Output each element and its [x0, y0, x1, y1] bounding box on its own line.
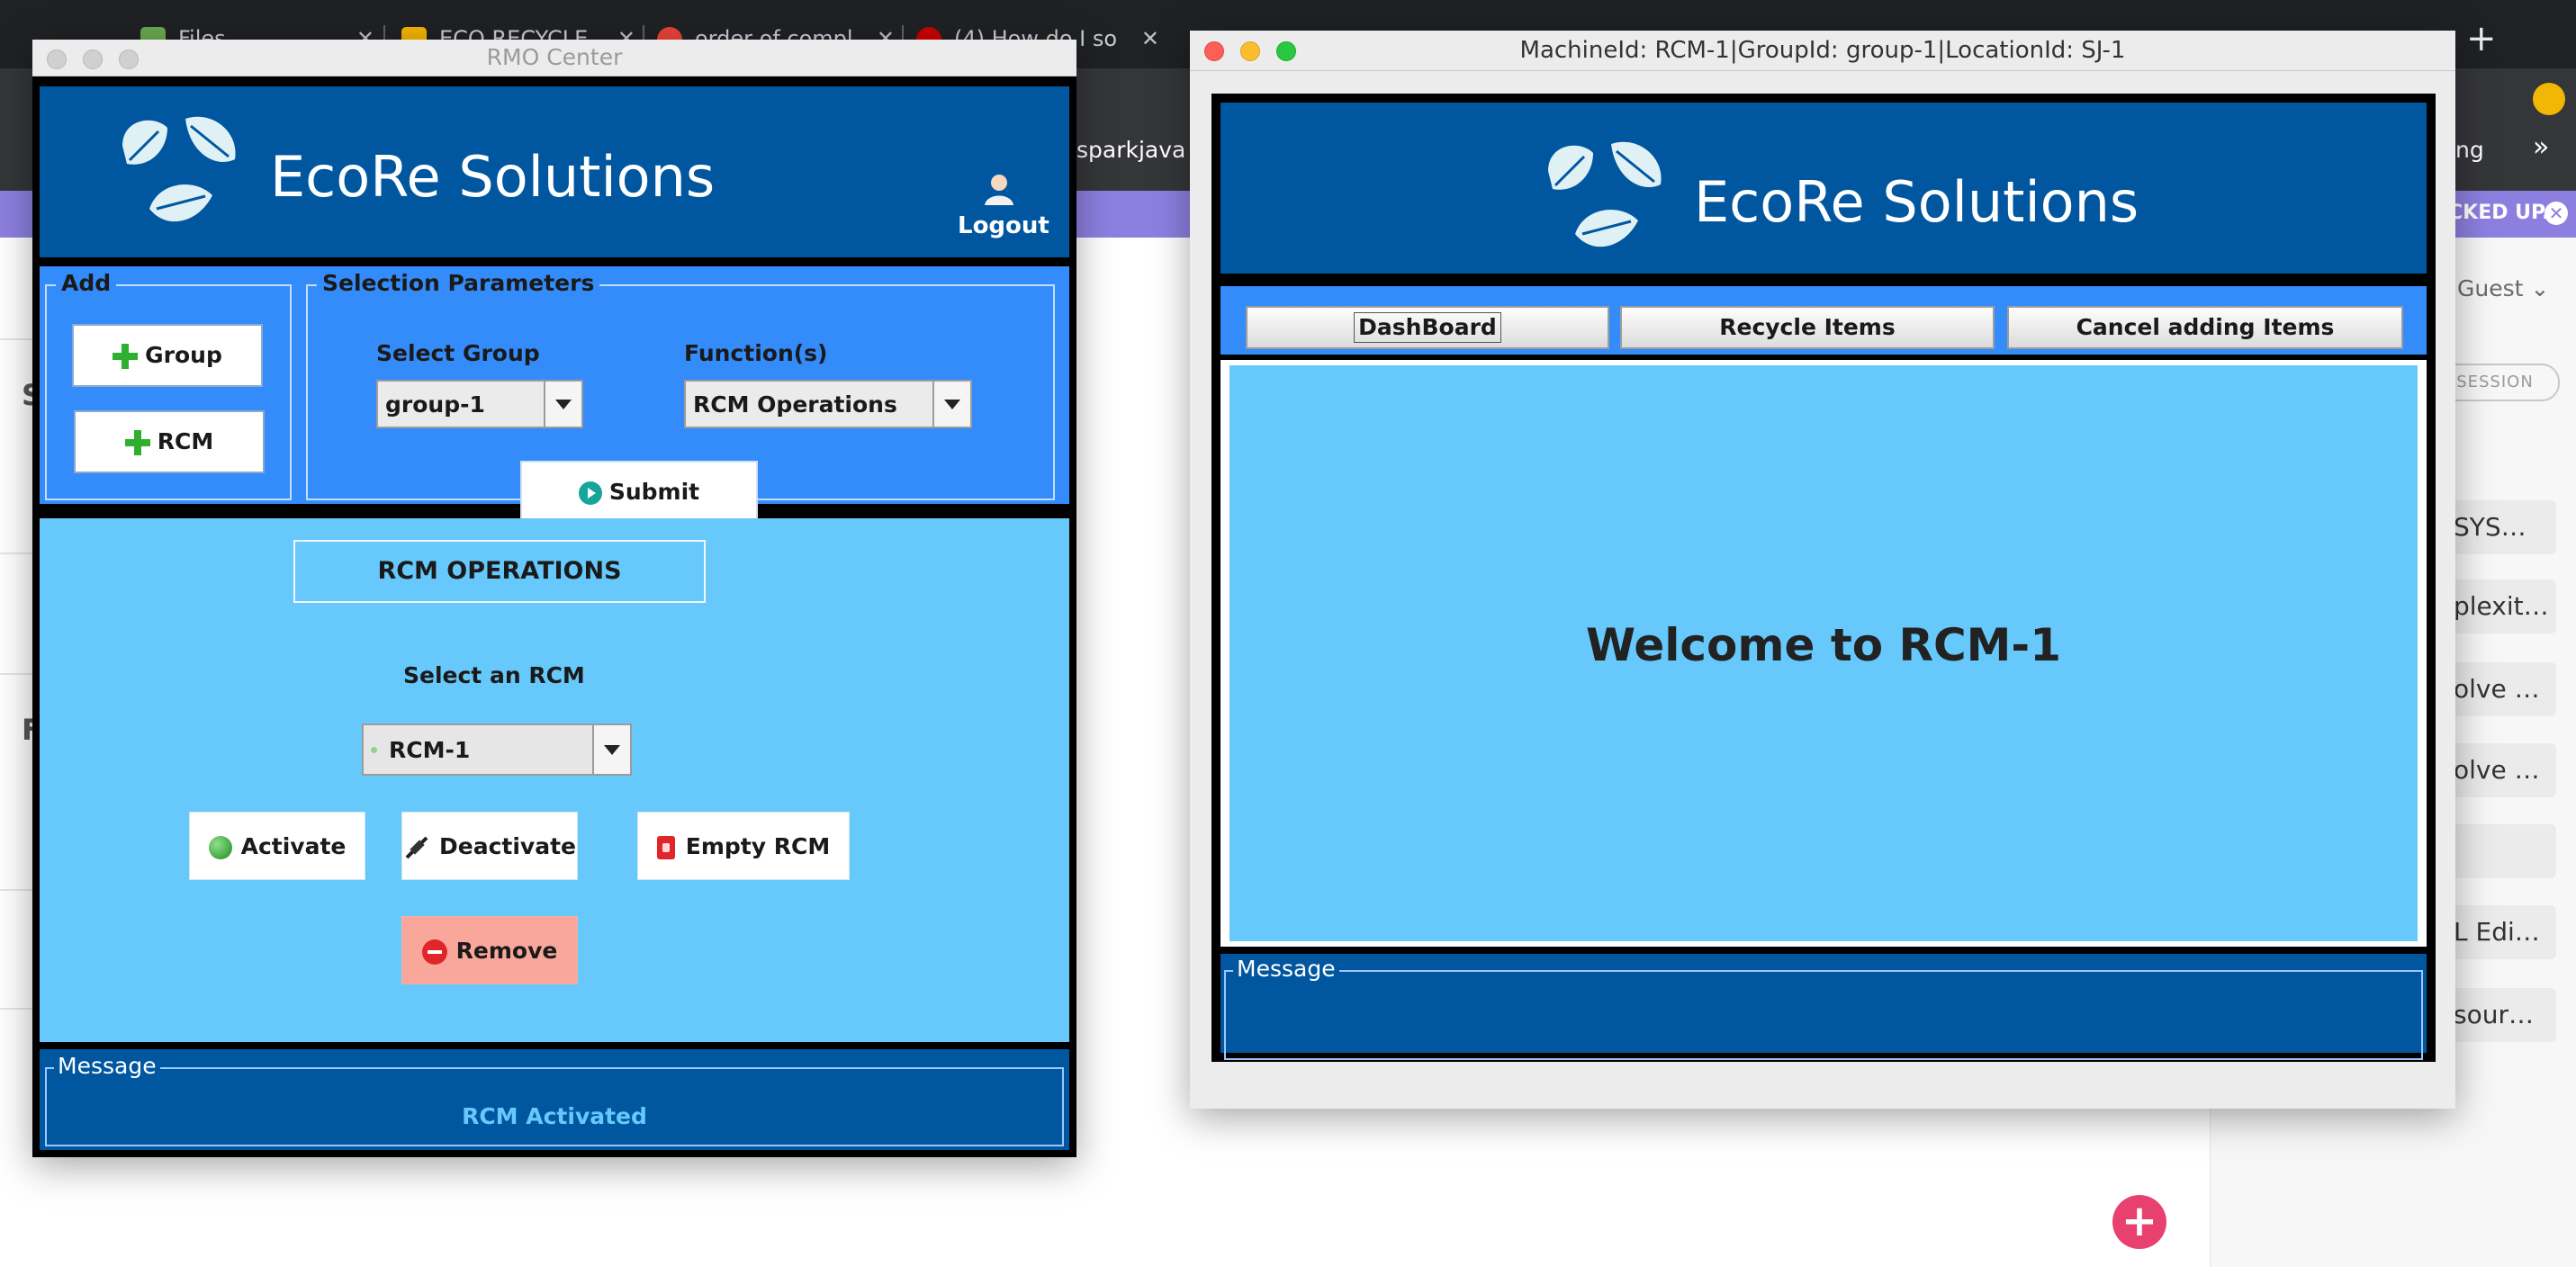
- brand-name: EcoRe Solutions: [270, 144, 716, 210]
- group-select[interactable]: group-1: [376, 380, 583, 428]
- dashboard-label: DashBoard: [1354, 312, 1501, 343]
- function-select-value: RCM Operations: [693, 391, 897, 418]
- brand-header: EcoRe Solutions: [1220, 103, 2427, 274]
- rcm-operations-title: RCM OPERATIONS: [293, 540, 706, 603]
- welcome-panel: Welcome to RCM-1: [1229, 365, 2418, 941]
- bookmark-sparkjava[interactable]: sparkjava: [1076, 137, 1185, 163]
- welcome-frame: Welcome to RCM-1: [1220, 360, 2427, 947]
- select-rcm-label: Select an RCM: [403, 662, 585, 688]
- chevron-down-icon[interactable]: [592, 725, 630, 774]
- extension-icon[interactable]: [2533, 83, 2565, 115]
- message-groupbox: Message RCM Activated: [45, 1053, 1064, 1146]
- message-groupbox: Message: [1224, 956, 2423, 1060]
- rcm-operations-panel: RCM OPERATIONS Select an RCM RCM-1 Activ…: [40, 518, 1069, 1042]
- window-title: RMO Center: [486, 44, 623, 70]
- rmo-center-window: RMO Center EcoRe Solutions Logout Add Gr…: [32, 40, 1076, 1157]
- user-icon[interactable]: [981, 171, 1017, 207]
- chevron-down-icon[interactable]: [932, 382, 970, 427]
- rcm-select-value: RCM-1: [389, 736, 471, 763]
- selection-parameters-legend: Selection Parameters: [317, 270, 600, 296]
- machine-content: EcoRe Solutions DashBoard Recycle Items …: [1211, 94, 2436, 1062]
- bookmark-ng[interactable]: ng: [2455, 137, 2484, 163]
- rcm-select[interactable]: RCM-1: [362, 723, 632, 776]
- brand-name: EcoRe Solutions: [1694, 169, 2139, 235]
- guest-menu[interactable]: Guest ⌄: [2457, 275, 2549, 301]
- deactivate-button[interactable]: Deactivate: [401, 812, 578, 880]
- add-groupbox: Add Group RCM: [45, 270, 292, 500]
- bookmarks-more-icon[interactable]: »: [2533, 131, 2549, 163]
- submit-label: Submit: [608, 479, 700, 505]
- guest-label: Guest: [2457, 275, 2524, 301]
- machine-window: MachineId: RCM-1|GroupId: group-1|Locati…: [1190, 31, 2455, 1109]
- select-group-label: Select Group: [376, 340, 540, 366]
- trash-icon: [656, 836, 675, 859]
- new-tab-plus-icon[interactable]: +: [2466, 13, 2497, 65]
- message-legend: Message: [54, 1053, 160, 1079]
- message-panel: Message RCM Activated: [40, 1049, 1069, 1150]
- group-select-value: group-1: [385, 391, 485, 418]
- status-message: RCM Activated: [462, 1103, 647, 1129]
- banner-close-icon[interactable]: ✕: [2544, 202, 2568, 225]
- selection-band: Add Group RCM Selection Parameters Selec…: [40, 266, 1069, 524]
- leaf-logo-icon: [122, 116, 236, 222]
- activate-button[interactable]: Activate: [189, 812, 365, 880]
- welcome-heading: Welcome to RCM-1: [1586, 619, 2061, 671]
- add-rcm-button[interactable]: RCM: [74, 410, 265, 473]
- plus-icon: [124, 430, 150, 455]
- cancel-adding-items-button[interactable]: Cancel adding Items: [2007, 306, 2403, 349]
- add-rcm-label: RCM: [157, 428, 214, 454]
- recycle-items-button[interactable]: Recycle Items: [1620, 306, 1995, 349]
- play-icon: [578, 481, 602, 505]
- window-titlebar[interactable]: RMO Center: [32, 40, 1076, 76]
- empty-rcm-button[interactable]: Empty RCM: [637, 812, 850, 880]
- dashboard-button[interactable]: DashBoard: [1246, 306, 1609, 349]
- submit-button[interactable]: Submit: [520, 461, 758, 524]
- leaf-logo-icon: [1548, 141, 1662, 247]
- remove-button[interactable]: Remove: [401, 916, 578, 984]
- banner-text: CKED UP.: [2448, 202, 2550, 224]
- close-tab-icon[interactable]: ✕: [1141, 13, 1159, 65]
- green-circle-icon: [208, 836, 232, 859]
- add-legend: Add: [56, 270, 117, 296]
- add-group-label: Group: [145, 342, 222, 368]
- unplug-icon: [405, 836, 428, 859]
- empty-rcm-label: Empty RCM: [685, 833, 831, 859]
- window-titlebar[interactable]: MachineId: RCM-1|GroupId: group-1|Locati…: [1190, 31, 2455, 71]
- brand-header: EcoRe Solutions Logout: [40, 86, 1069, 257]
- selection-parameters-groupbox: Selection Parameters Select Group group-…: [306, 270, 1055, 524]
- logout-button[interactable]: Logout: [958, 212, 1049, 239]
- status-dot-icon: [371, 747, 377, 753]
- message-panel: Message: [1220, 954, 2427, 1060]
- add-group-button[interactable]: Group: [72, 324, 263, 387]
- deactivate-label: Deactivate: [439, 833, 576, 859]
- remove-label: Remove: [455, 938, 558, 964]
- chevron-down-icon[interactable]: [544, 382, 581, 427]
- minus-circle-icon: [421, 939, 447, 965]
- activate-label: Activate: [240, 833, 347, 859]
- add-fab-button[interactable]: +: [2112, 1195, 2166, 1249]
- functions-label: Function(s): [684, 340, 828, 366]
- machine-nav-band: DashBoard Recycle Items Cancel adding It…: [1220, 286, 2427, 355]
- chevron-down-icon: ⌄: [2530, 275, 2550, 301]
- message-legend: Message: [1233, 956, 1339, 982]
- plus-icon: [113, 344, 139, 369]
- function-select[interactable]: RCM Operations: [684, 380, 972, 428]
- window-title: MachineId: RCM-1|GroupId: group-1|Locati…: [1519, 37, 2126, 64]
